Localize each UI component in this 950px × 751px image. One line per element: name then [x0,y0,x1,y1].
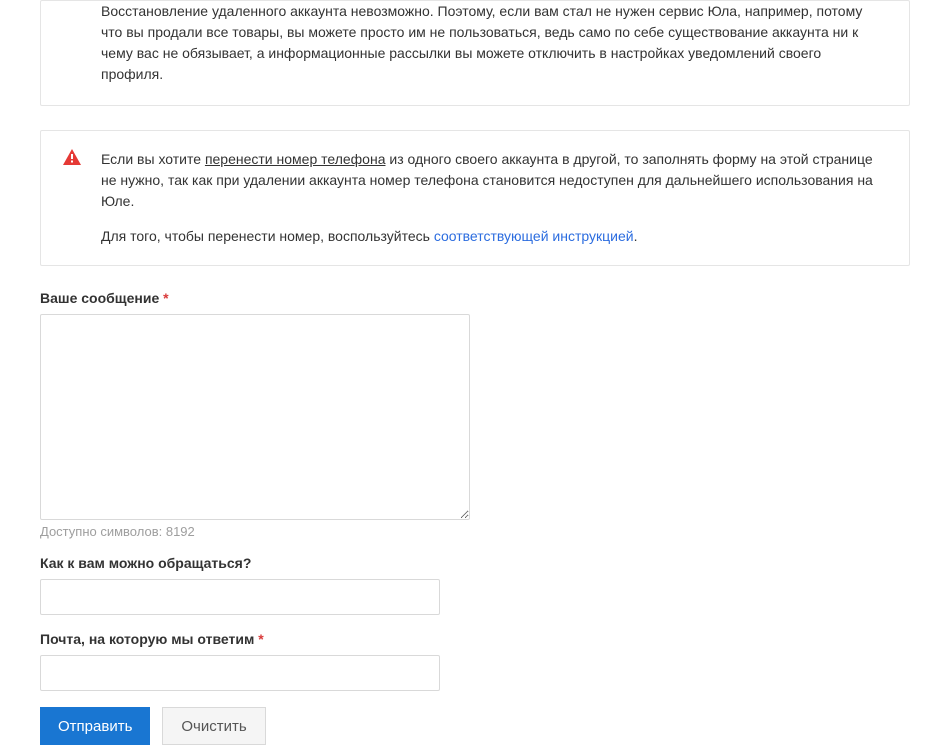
button-row: Отправить Очистить [40,707,910,745]
email-label: Почта, на которую мы ответим * [40,631,910,647]
alert-p2-prefix: Для того, чтобы перенести номер, восполь… [101,228,434,244]
alert-box: Если вы хотите перенести номер телефона … [40,130,910,266]
message-label-text: Ваше сообщение [40,290,159,306]
submit-button[interactable]: Отправить [40,707,150,745]
message-label: Ваше сообщение * [40,290,910,306]
alert-p1: Если вы хотите перенести номер телефона … [101,149,884,212]
required-mark: * [258,631,263,647]
message-textarea[interactable] [40,314,470,520]
required-mark: * [163,290,168,306]
name-input[interactable] [40,579,440,615]
info-text: Восстановление удаленного аккаунта невоз… [101,1,884,85]
name-label: Как к вам можно обращаться? [40,555,910,571]
email-label-text: Почта, на которую мы ответим [40,631,254,647]
alert-p1-prefix: Если вы хотите [101,151,205,167]
chars-available-hint: Доступно символов: 8192 [40,524,910,539]
warning-icon [63,149,81,165]
info-box: Восстановление удаленного аккаунта невоз… [40,0,910,106]
alert-p2-suffix: . [634,228,638,244]
alert-p2: Для того, чтобы перенести номер, восполь… [101,226,884,247]
alert-p1-underline: перенести номер телефона [205,151,386,167]
reset-button[interactable]: Очистить [162,707,265,745]
email-input[interactable] [40,655,440,691]
instruction-link[interactable]: соответствующей инструкцией [434,228,634,244]
